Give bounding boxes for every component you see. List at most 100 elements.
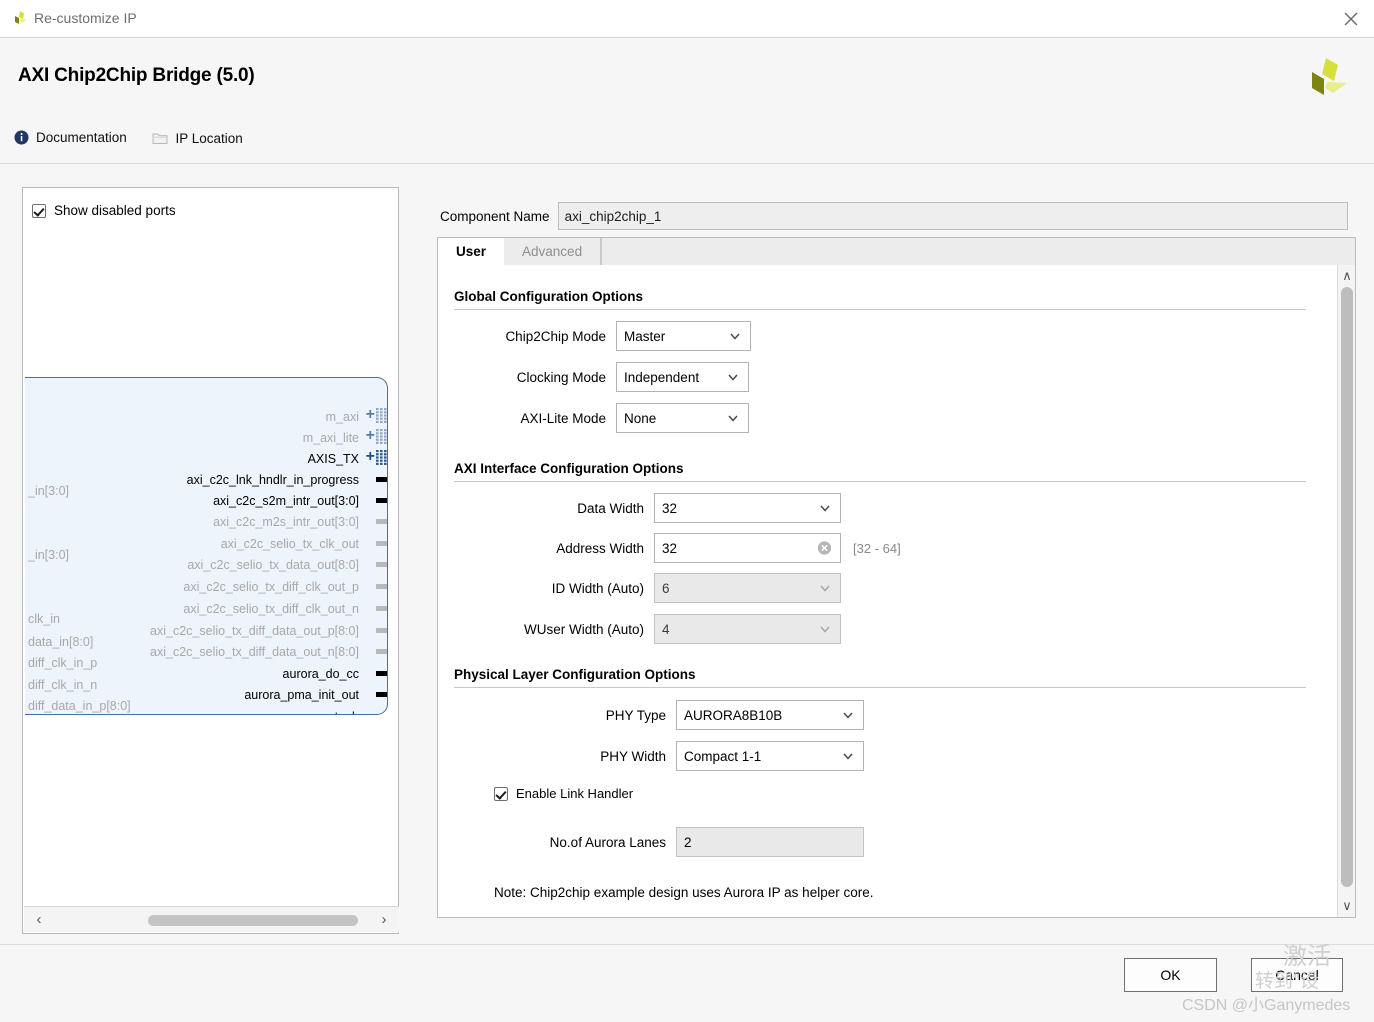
info-icon [14, 130, 29, 145]
chevron-down-icon [820, 626, 830, 633]
ip-symbol-panel: Show disabled ports m_axi + m_axi_lite + AXI… [22, 187, 399, 934]
bus-connector-icon [376, 429, 387, 445]
port-label-left-3: data_in[8:0] [28, 635, 94, 649]
port-pin-icon [376, 498, 387, 503]
port-pin-icon [376, 584, 387, 589]
select-clocking-mode[interactable]: Independent [616, 362, 749, 392]
documentation-link[interactable]: Documentation [14, 130, 127, 145]
port-label-left-5: diff_clk_in_n [28, 678, 98, 692]
input-value: 2 [684, 834, 692, 850]
field-label: Clocking Mode [516, 369, 606, 385]
folder-icon [152, 131, 168, 145]
chevron-down-icon [730, 333, 740, 340]
input-no-of-aurora-lanes[interactable]: 2 [676, 827, 864, 857]
section-divider [454, 481, 1306, 482]
checkbox-label: Enable Link Handler [516, 786, 634, 801]
section-title: AXI Interface Configuration Options [454, 461, 684, 476]
field-row-axi-lite-mode: AXI-Lite Mode None [454, 403, 749, 433]
ip-symbol-hscrollbar[interactable]: ‹ › [24, 906, 399, 932]
select-value: 32 [662, 500, 678, 516]
field-row-no-of-aurora-lanes: No.of Aurora Lanes 2 [454, 827, 864, 857]
chevron-down-icon [820, 585, 830, 592]
ok-button[interactable]: OK [1124, 958, 1217, 992]
component-name-input[interactable]: axi_chip2chip_1 [557, 202, 1348, 230]
select-wuser-width-auto-[interactable]: 4 [654, 614, 841, 644]
port-label-axi_c2c_selio_tx_data_out80: axi_c2c_selio_tx_data_out[8:0] [187, 558, 359, 572]
ip-location-link[interactable]: IP Location [152, 130, 243, 146]
port-pin-icon [376, 714, 387, 715]
port-pin-icon [376, 671, 387, 676]
tab-strip-filler [601, 238, 1355, 265]
port-pin-icon [376, 541, 387, 546]
port-pin-icon [376, 649, 387, 654]
close-icon[interactable] [1340, 8, 1362, 30]
port-label-axi_c2c_selio_tx_diff_data_out_p80: axi_c2c_selio_tx_diff_data_out_p[8:0] [150, 624, 359, 638]
chevron-down-icon [843, 712, 853, 719]
input-address-width[interactable]: 32 [654, 533, 841, 563]
scroll-left-icon[interactable]: ‹ [30, 911, 48, 929]
select-value: Independent [624, 369, 700, 385]
expand-bus-icon[interactable]: + [366, 428, 375, 444]
port-pin-icon [376, 692, 387, 697]
section-divider [454, 687, 1306, 688]
ip-location-label: IP Location [175, 130, 243, 146]
port-pin-icon [376, 477, 387, 482]
port-pin-icon [376, 628, 387, 633]
select-data-width[interactable]: 32 [654, 493, 841, 523]
field-label: PHY Width [600, 748, 666, 764]
enable-link-handler-checkbox[interactable]: Enable Link Handler [494, 786, 633, 801]
vscroll-thumb[interactable] [1341, 287, 1353, 887]
port-label-left-2: clk_in [28, 612, 60, 626]
bus-connector-icon [376, 408, 387, 424]
select-value: None [624, 410, 657, 426]
select-phy-width[interactable]: Compact 1-1 [676, 741, 864, 771]
tab-panel: User Advanced Global Configuration Optio… [437, 237, 1356, 918]
input-value: 32 [662, 540, 678, 556]
port-pin-icon [376, 606, 387, 611]
form-vscrollbar[interactable]: ∧ ∨ [1337, 265, 1355, 917]
section-title: Global Configuration Options [454, 289, 643, 304]
field-label: AXI-Lite Mode [520, 410, 606, 426]
expand-bus-icon[interactable]: + [366, 407, 375, 423]
scroll-up-icon[interactable]: ∧ [1339, 268, 1355, 284]
dialog-header: AXI Chip2Chip Bridge (5.0) Documentation [0, 38, 1374, 164]
dialog-footer: OK Cancel [0, 944, 1374, 1022]
scroll-right-icon[interactable]: › [375, 911, 393, 929]
tab-user[interactable]: User [438, 238, 505, 265]
port-label-axi_c2c_selio_tx_diff_clk_out_n: axi_c2c_selio_tx_diff_clk_out_n [183, 602, 359, 616]
ip-block-symbol: m_axi + m_axi_lite + AXIS_TX + axi_c2c_lnk_hnd… [25, 377, 388, 715]
tab-advanced[interactable]: Advanced [504, 238, 602, 265]
hscroll-thumb[interactable] [148, 915, 358, 926]
scroll-down-icon[interactable]: ∨ [1339, 898, 1355, 914]
select-phy-type[interactable]: AURORA8B10B [676, 700, 864, 730]
show-disabled-ports-checkbox[interactable]: Show disabled ports [32, 203, 176, 218]
field-row-chip2chip-mode: Chip2Chip Mode Master [454, 321, 751, 351]
field-label: Data Width [577, 500, 644, 516]
port-label-axi_c2c_selio_tx_diff_data_out_n80: axi_c2c_selio_tx_diff_data_out_n[8:0] [150, 645, 359, 659]
port-label-axi_c2c_selio_tx_clk_out: axi_c2c_selio_tx_clk_out [220, 537, 359, 551]
checkbox-box [32, 203, 46, 218]
field-label: ID Width (Auto) [551, 580, 644, 596]
cancel-button[interactable]: Cancel [1251, 958, 1343, 992]
field-row-phy-width: PHY Width Compact 1-1 [454, 741, 864, 771]
select-chip2chip-mode[interactable]: Master [616, 321, 751, 351]
xilinx-logo-icon [10, 9, 30, 29]
xilinx-brand-logo [1300, 54, 1352, 102]
field-label: Chip2Chip Mode [505, 328, 606, 344]
port-label-axi_c2c_m2s_intr_out30: axi_c2c_m2s_intr_out[3:0] [213, 515, 359, 529]
select-axi-lite-mode[interactable]: None [616, 403, 749, 433]
bus-connector-icon [376, 450, 387, 466]
select-id-width-auto-[interactable]: 6 [654, 573, 841, 603]
form-scroll-area: Global Configuration Options Chip2Chip Mo… [438, 265, 1337, 917]
port-label-axi_c2c_s2m_intr_out30: axi_c2c_s2m_intr_out[3:0] [213, 494, 359, 508]
port-label-left-6: diff_data_in_p[8:0] [28, 699, 131, 713]
field-row-id-width-auto-: ID Width (Auto) 6 [454, 573, 841, 603]
range-hint: [32 - 64] [853, 540, 901, 556]
page-title: AXI Chip2Chip Bridge (5.0) [18, 65, 255, 86]
tab-strip: User Advanced [437, 237, 1356, 265]
dialog-body: Show disabled ports m_axi + m_axi_lite + AXI… [0, 164, 1374, 944]
field-row-phy-type: PHY Type AURORA8B10B [454, 700, 864, 730]
chevron-down-icon [843, 753, 853, 760]
expand-bus-icon[interactable]: + [366, 449, 375, 465]
port-label-left-1: _in[3:0] [28, 548, 70, 562]
